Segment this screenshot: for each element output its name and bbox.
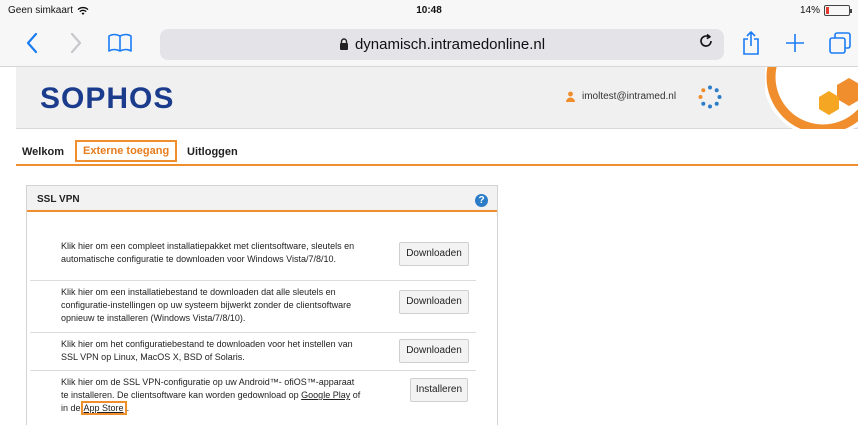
help-icon[interactable]: ? <box>475 194 488 207</box>
nav-welkom[interactable]: Welkom <box>22 146 64 158</box>
user-info: imoltest@intramed.nl <box>565 91 676 102</box>
download-row-config: Klik hier om het configuratiebestand te … <box>30 333 476 371</box>
share-icon[interactable] <box>738 30 764 56</box>
battery-percent: 14% <box>799 5 820 16</box>
row-description: Klik hier om de SSL VPN-configuratie op … <box>61 376 361 415</box>
tabs-icon[interactable] <box>826 30 854 56</box>
app-store-link[interactable]: App Store <box>80 401 127 415</box>
download-config-button[interactable]: Downloaden <box>399 339 469 363</box>
user-icon <box>566 91 575 102</box>
url-text: dynamisch.intramedonline.nl <box>354 36 546 53</box>
install-mobile-button[interactable]: Installeren <box>410 378 468 402</box>
browser-toolbar: dynamisch.intramedonline.nl <box>0 22 858 67</box>
address-bar[interactable]: dynamisch.intramedonline.nl <box>160 29 724 60</box>
battery-icon <box>824 5 852 16</box>
status-bar: Geen simkaart 10:48 14% <box>0 0 858 22</box>
site-header: SOPHOS imoltest@intramed.nl <box>0 67 858 129</box>
install-row-mobile: Klik hier om de SSL VPN-configuratie op … <box>30 371 476 425</box>
download-update-button[interactable]: Downloaden <box>399 290 469 314</box>
google-play-link[interactable]: Google Play <box>301 390 350 400</box>
download-row-full-package: Klik hier om een compleet installatiepak… <box>30 235 476 281</box>
user-email: imoltest@intramed.nl <box>582 91 677 102</box>
back-icon[interactable] <box>20 30 44 56</box>
row-description: Klik hier om een compleet installatiepak… <box>61 241 355 264</box>
url-display[interactable]: dynamisch.intramedonline.nl <box>160 36 724 53</box>
forward-icon[interactable] <box>64 30 88 56</box>
new-tab-icon[interactable] <box>782 30 808 56</box>
nav-externe-toegang[interactable]: Externe toegang <box>75 140 178 162</box>
row-text-after: . <box>126 403 130 413</box>
battery-indicator: 14% <box>799 5 852 16</box>
reload-icon[interactable] <box>698 33 714 54</box>
download-full-package-button[interactable]: Downloaden <box>399 242 469 266</box>
row-description: Klik hier om het configuratiebestand te … <box>61 339 353 362</box>
download-row-update: Klik hier om een installatiebestand te d… <box>30 281 476 333</box>
clock: 10:48 <box>416 5 442 16</box>
row-description: Klik hier om een installatiebestand te d… <box>61 287 352 323</box>
main-nav: Welkom Externe toegang Uitloggen <box>16 140 858 166</box>
sophos-hex-emblem <box>765 67 858 129</box>
bookmarks-icon[interactable] <box>105 30 135 56</box>
panel-title: SSL VPN <box>37 194 80 205</box>
lock-icon <box>339 38 348 50</box>
sophos-logo: SOPHOS <box>40 82 175 115</box>
nav-uitloggen[interactable]: Uitloggen <box>187 146 238 158</box>
loading-spinner-icon <box>698 85 722 109</box>
panel-header: SSL VPN ? <box>27 186 497 212</box>
